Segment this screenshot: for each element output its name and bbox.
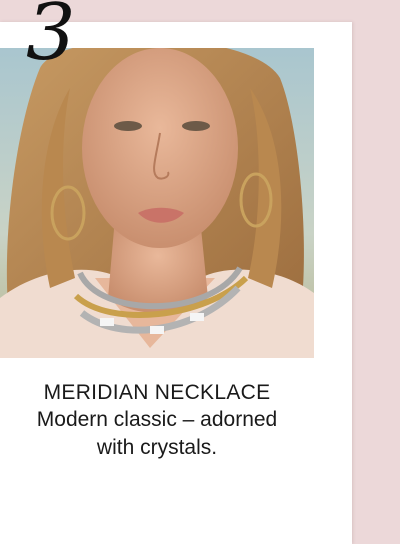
step-number: 3: [26, 0, 76, 78]
product-caption: MERIDIAN NECKLACE Modern classic – adorn…: [0, 380, 314, 462]
model-wearing-necklace-photo: [0, 48, 314, 358]
product-photo[interactable]: [0, 48, 314, 358]
product-title[interactable]: MERIDIAN NECKLACE: [0, 380, 314, 406]
product-description: Modern classic – adorned with crystals.: [36, 408, 278, 459]
